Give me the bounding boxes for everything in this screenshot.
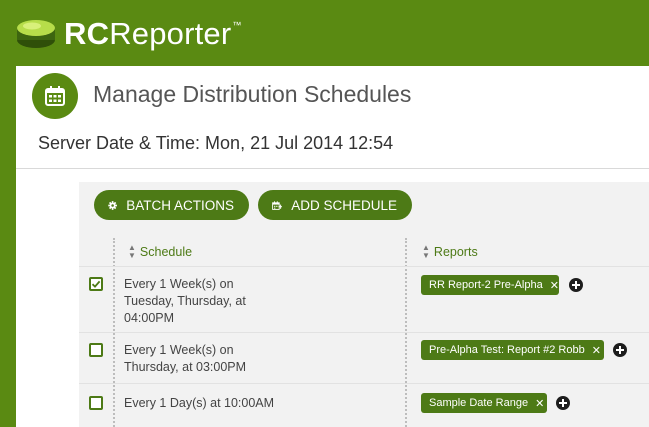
brand-bold: RC xyxy=(64,16,110,51)
report-tag-label: RR Report-2 Pre-Alpha xyxy=(429,279,543,291)
remove-icon[interactable]: ✕ xyxy=(535,397,544,410)
schedule-line: 04:00PM xyxy=(124,311,175,325)
plus-circle-icon[interactable] xyxy=(613,343,627,357)
left-rail xyxy=(0,66,16,427)
schedule-line: Tuesday, Thursday, at xyxy=(124,294,246,308)
report-tag: Pre-Alpha Test: Report #2 Robb ✕ xyxy=(421,340,604,360)
schedule-column-header[interactable]: ▲ ▼ Schedule xyxy=(128,244,192,260)
add-calendar-icon xyxy=(272,200,283,210)
brand-regular: Reporter xyxy=(109,16,232,51)
batch-actions-label: BATCH ACTIONS xyxy=(126,197,234,213)
report-tag-label: Sample Date Range xyxy=(429,397,529,409)
row-divider xyxy=(79,332,649,333)
gear-icon xyxy=(108,200,117,210)
schedule-line: Every 1 Week(s) on xyxy=(124,343,234,357)
batch-actions-button[interactable]: BATCH ACTIONS xyxy=(94,190,249,220)
schedule-line: Every 1 Day(s) at 10:00AM xyxy=(124,396,275,410)
report-tag: RR Report-2 Pre-Alpha ✕ xyxy=(421,275,559,295)
sort-icon: ▲ ▼ xyxy=(128,243,136,260)
reports-column-header[interactable]: ▲ ▼ Reports xyxy=(422,244,478,260)
remove-icon[interactable]: ✕ xyxy=(550,279,559,292)
reports-header-label: Reports xyxy=(433,245,478,259)
schedule-line: Every 1 Week(s) on xyxy=(124,277,234,291)
check-icon xyxy=(91,280,101,288)
row-divider xyxy=(79,266,649,267)
schedule-line: Thursday, at 03:00PM xyxy=(124,360,247,374)
sort-icon: ▲ ▼ xyxy=(422,243,430,260)
row-divider xyxy=(79,383,649,384)
divider xyxy=(16,168,649,169)
add-schedule-label: ADD SCHEDULE xyxy=(291,197,397,213)
schedule-cell: Every 1 Week(s) on Tuesday, Thursday, at… xyxy=(124,276,284,327)
server-date-time: Server Date & Time: Mon, 21 Jul 2014 12:… xyxy=(38,133,394,153)
brand-name: RCReporter™ xyxy=(64,16,242,52)
brand-trademark: ™ xyxy=(232,20,242,30)
add-schedule-button[interactable]: ADD SCHEDULE xyxy=(258,190,412,220)
logo-icon xyxy=(17,20,55,48)
report-tag-label: Pre-Alpha Test: Report #2 Robb xyxy=(429,344,585,356)
remove-icon[interactable]: ✕ xyxy=(592,344,601,357)
page-title: Manage Distribution Schedules xyxy=(93,81,412,107)
schedule-cell: Every 1 Day(s) at 10:00AM xyxy=(124,395,284,412)
plus-circle-icon[interactable] xyxy=(569,278,583,292)
app-header: RCReporter™ xyxy=(0,0,649,66)
row-checkbox[interactable] xyxy=(89,396,103,410)
schedule-header-label: Schedule xyxy=(139,245,193,259)
row-checkbox[interactable] xyxy=(89,277,103,291)
row-checkbox[interactable] xyxy=(89,343,103,357)
report-tag: Sample Date Range ✕ xyxy=(421,393,547,413)
calendar-icon xyxy=(32,73,78,119)
plus-circle-icon[interactable] xyxy=(556,396,570,410)
schedule-cell: Every 1 Week(s) on Thursday, at 03:00PM xyxy=(124,342,284,376)
